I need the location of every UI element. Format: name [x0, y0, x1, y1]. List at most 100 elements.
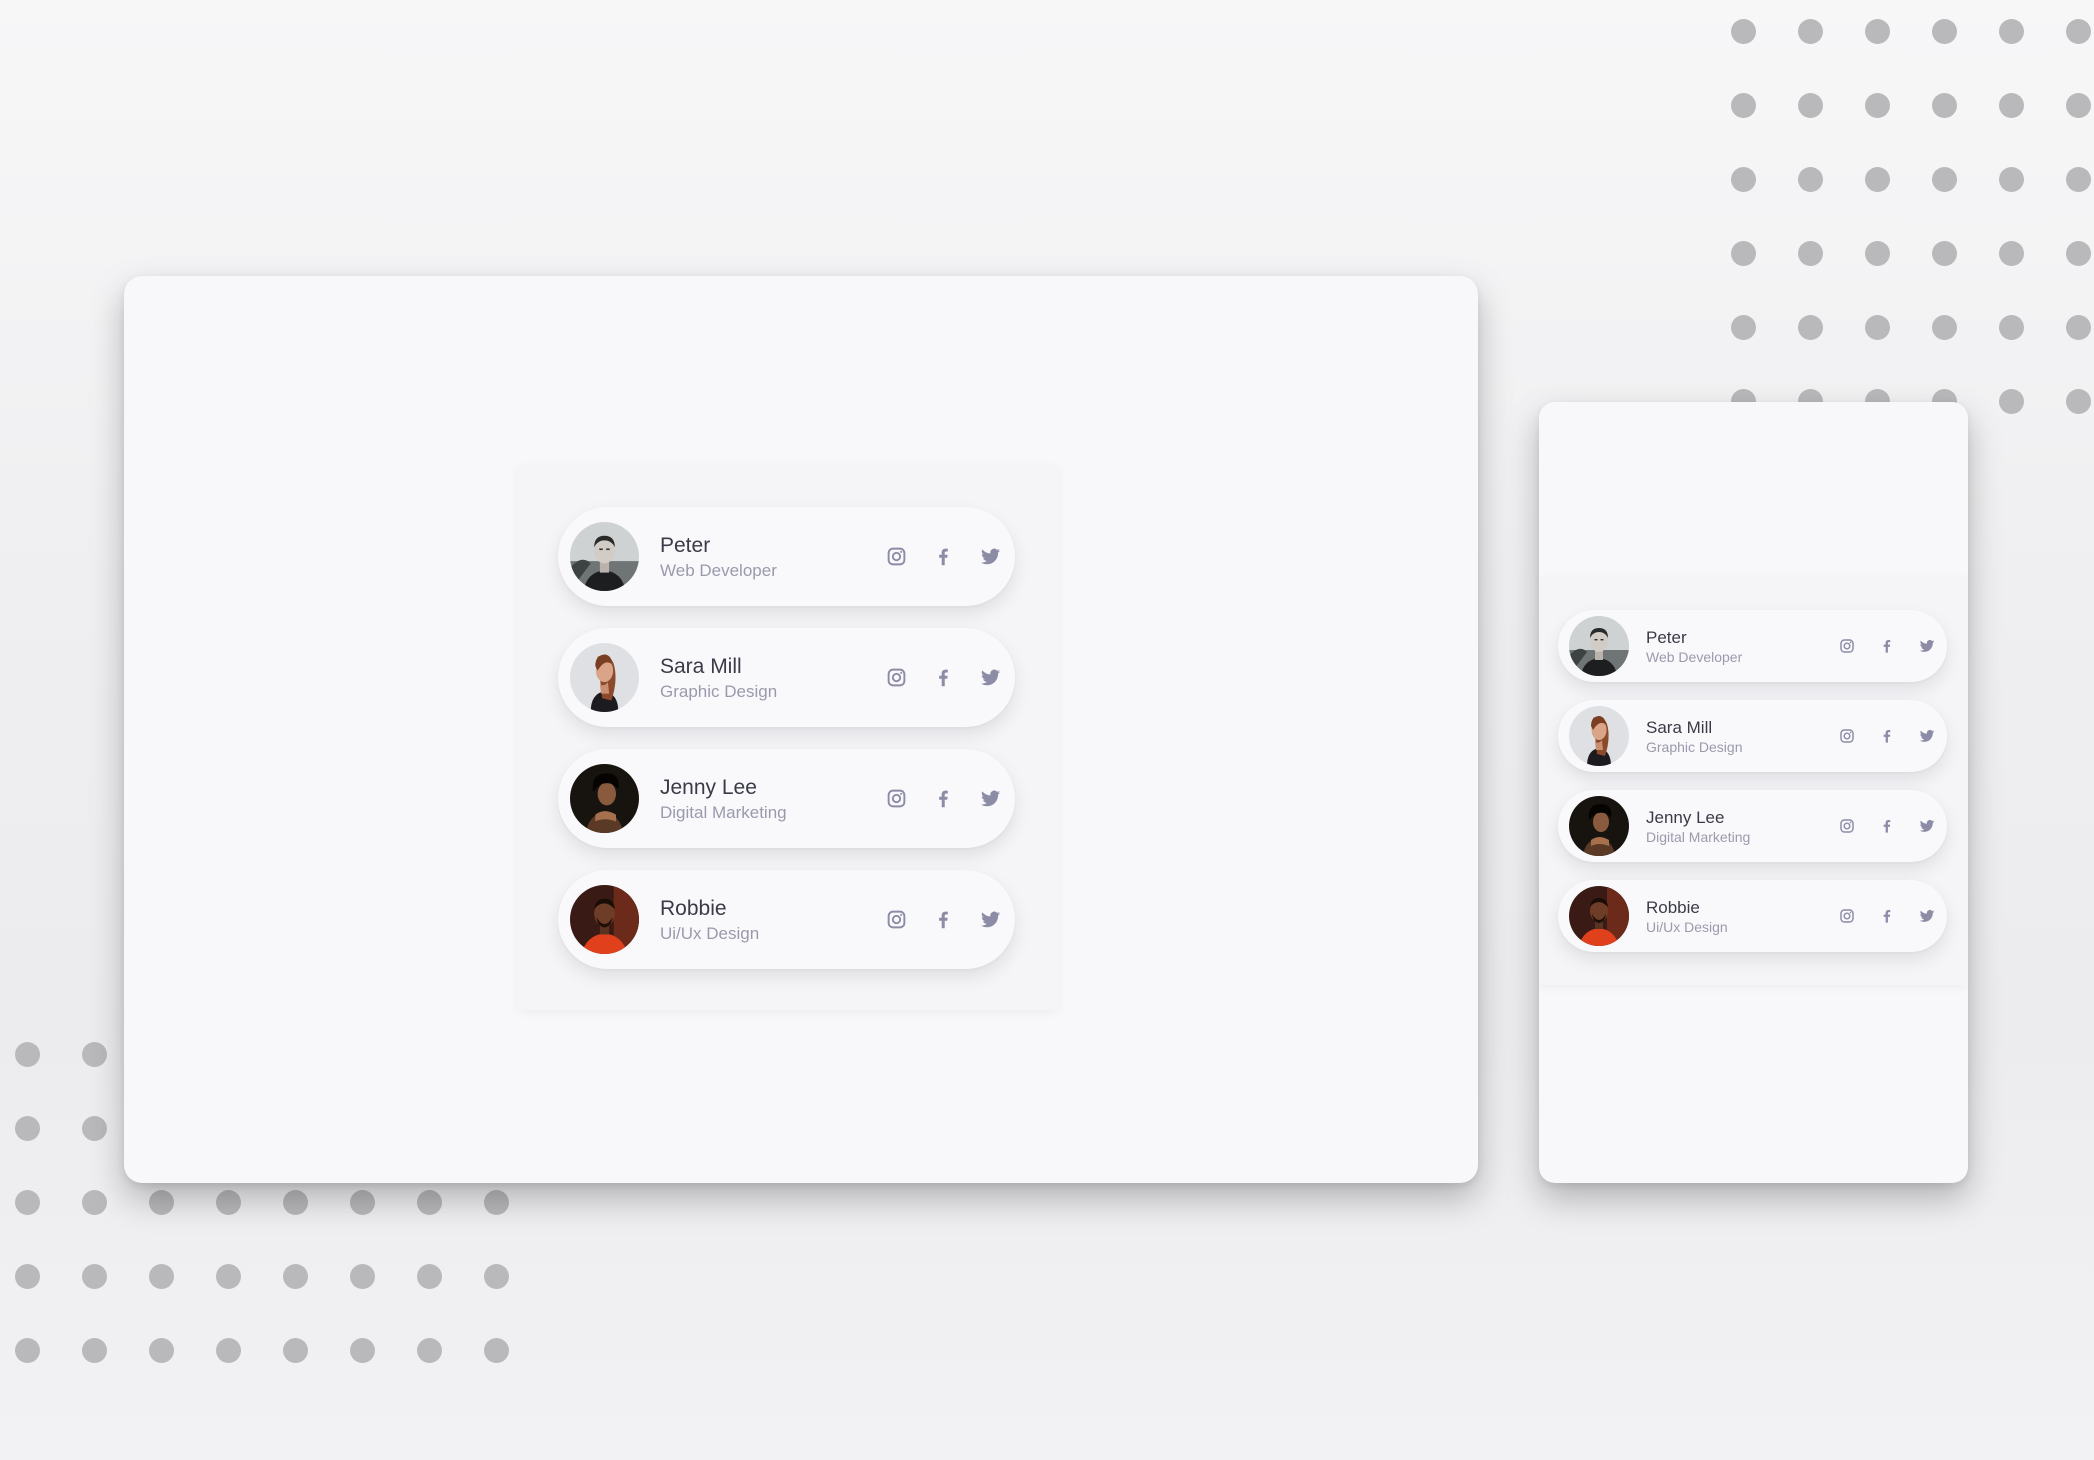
twitter-icon[interactable] — [1907, 723, 1947, 749]
member-card: Jenny Lee Digital Marketing — [558, 749, 1015, 848]
avatar-jenny-lee — [570, 764, 639, 833]
decorative-dot — [1731, 315, 1756, 340]
member-role: Graphic Design — [660, 681, 778, 701]
decorative-dot — [82, 1042, 107, 1067]
instagram-icon[interactable] — [1827, 813, 1867, 839]
member-name: Jenny Lee — [1646, 807, 1725, 827]
twitter-icon[interactable] — [1907, 813, 1947, 839]
member-role: Digital Marketing — [660, 802, 787, 822]
decorative-dot — [1999, 93, 2024, 118]
social-links — [873, 784, 1014, 814]
avatar-robbie — [570, 885, 639, 954]
decorative-dot — [283, 1264, 308, 1289]
facebook-icon[interactable] — [920, 663, 967, 693]
decorative-dot — [1731, 19, 1756, 44]
instagram-icon[interactable] — [1827, 723, 1867, 749]
decorative-dot — [1798, 19, 1823, 44]
twitter-icon[interactable] — [967, 784, 1014, 814]
decorative-dot — [350, 1338, 375, 1363]
team-panel-mobile: Peter Web Developer Sara Mill Graphic De… — [1539, 578, 1968, 985]
facebook-icon[interactable] — [920, 905, 967, 935]
twitter-icon[interactable] — [967, 542, 1014, 572]
member-info: Peter Web Developer — [1646, 627, 1809, 666]
decorative-dot — [15, 1116, 40, 1141]
social-links — [873, 905, 1014, 935]
member-card: Jenny Lee Digital Marketing — [1558, 790, 1947, 862]
social-links — [1827, 633, 1947, 659]
member-info: Jenny Lee Digital Marketing — [660, 775, 860, 823]
member-info: Sara Mill Graphic Design — [660, 654, 860, 702]
instagram-icon[interactable] — [1827, 903, 1867, 929]
twitter-icon[interactable] — [1907, 633, 1947, 659]
facebook-icon[interactable] — [1867, 813, 1907, 839]
decorative-dot — [484, 1264, 509, 1289]
decorative-dot — [417, 1190, 442, 1215]
instagram-icon[interactable] — [873, 784, 920, 814]
decorative-dot — [1932, 167, 1957, 192]
avatar-peter — [570, 522, 639, 591]
member-role: Ui/Ux Design — [660, 923, 760, 943]
decorative-dot — [2066, 167, 2091, 192]
social-links — [1827, 813, 1947, 839]
team-panel-desktop: Peter Web Developer Sara Mill Graphic De… — [518, 466, 1058, 1010]
member-name: Peter — [1646, 627, 1687, 647]
decorative-dot — [1932, 19, 1957, 44]
decorative-dot — [15, 1190, 40, 1215]
social-links — [1827, 903, 1947, 929]
member-card: Sara Mill Graphic Design — [558, 628, 1015, 727]
instagram-icon[interactable] — [1827, 633, 1867, 659]
member-list-mobile: Peter Web Developer Sara Mill Graphic De… — [1558, 610, 1947, 970]
decorative-dot — [1798, 315, 1823, 340]
decorative-dot — [1865, 19, 1890, 44]
twitter-icon[interactable] — [967, 663, 1014, 693]
decorative-dot — [1865, 241, 1890, 266]
instagram-icon[interactable] — [873, 905, 920, 935]
decorative-dot — [484, 1338, 509, 1363]
decorative-dot — [15, 1264, 40, 1289]
decorative-dot — [350, 1190, 375, 1215]
avatar-sara-mill — [570, 643, 639, 712]
member-info: Robbie Ui/Ux Design — [660, 896, 860, 944]
member-card: Robbie Ui/Ux Design — [558, 870, 1015, 969]
twitter-icon[interactable] — [1907, 903, 1947, 929]
member-role: Web Developer — [1646, 648, 1743, 665]
facebook-icon[interactable] — [920, 542, 967, 572]
member-role: Digital Marketing — [1646, 828, 1751, 845]
dot-pattern-top-right — [1731, 19, 2091, 414]
decorative-dot — [417, 1338, 442, 1363]
member-name: Jenny Lee — [660, 775, 757, 799]
social-links — [873, 542, 1014, 572]
member-role: Web Developer — [660, 560, 777, 580]
social-links — [1827, 723, 1947, 749]
decorative-dot — [1798, 167, 1823, 192]
member-list-desktop: Peter Web Developer Sara Mill Graphic De… — [558, 507, 1015, 991]
decorative-dot — [1932, 241, 1957, 266]
member-name: Sara Mill — [1646, 717, 1713, 737]
avatar-robbie — [1569, 886, 1629, 946]
facebook-icon[interactable] — [1867, 723, 1907, 749]
member-role: Graphic Design — [1646, 738, 1743, 755]
desktop-mockup: Peter Web Developer Sara Mill Graphic De… — [124, 276, 1478, 1183]
decorative-dot — [1932, 93, 1957, 118]
decorative-dot — [2066, 241, 2091, 266]
decorative-dot — [216, 1338, 241, 1363]
decorative-dot — [149, 1190, 174, 1215]
twitter-icon[interactable] — [967, 905, 1014, 935]
decorative-dot — [1731, 241, 1756, 266]
facebook-icon[interactable] — [1867, 903, 1907, 929]
member-name: Sara Mill — [660, 654, 742, 678]
decorative-dot — [350, 1264, 375, 1289]
decorative-dot — [82, 1264, 107, 1289]
decorative-dot — [216, 1264, 241, 1289]
instagram-icon[interactable] — [873, 542, 920, 572]
facebook-icon[interactable] — [920, 784, 967, 814]
decorative-dot — [1731, 93, 1756, 118]
facebook-icon[interactable] — [1867, 633, 1907, 659]
decorative-dot — [1731, 167, 1756, 192]
avatar-jenny-lee — [1569, 796, 1629, 856]
decorative-dot — [216, 1190, 241, 1215]
avatar-peter — [1569, 616, 1629, 676]
decorative-dot — [1932, 315, 1957, 340]
decorative-dot — [1865, 167, 1890, 192]
instagram-icon[interactable] — [873, 663, 920, 693]
